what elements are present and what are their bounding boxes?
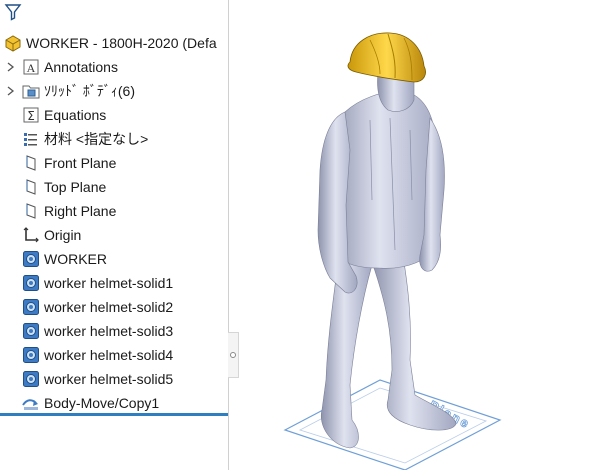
solid-bodies-folder-icon [22, 82, 40, 100]
tree-item[interactable]: Top Plane [0, 176, 106, 198]
tree-item[interactable]: ｿﾘｯﾄﾞ ﾎﾞﾃﾞｨ(6) [0, 80, 135, 102]
tree-item-label: Right Plane [44, 203, 117, 219]
tree-item-label: worker helmet-solid3 [44, 323, 174, 339]
graphics-viewport[interactable]: Plane [240, 0, 590, 471]
move-copy-icon [22, 394, 40, 412]
tree-item[interactable]: Σ Equations [0, 104, 106, 126]
tree-item[interactable]: worker helmet-solid3 [0, 320, 173, 342]
expand-arrow-icon[interactable] [0, 56, 22, 78]
tree-item[interactable]: Body-Move/Copy1 [0, 392, 159, 414]
tree-item-label: Annotations [44, 59, 118, 75]
tree-item-label: worker helmet-solid1 [44, 275, 174, 291]
tree-item[interactable]: A Annotations [0, 56, 118, 78]
tree-item[interactable]: 材料 <指定なし> [0, 128, 148, 150]
tree-item[interactable]: Right Plane [0, 200, 116, 222]
feature-manager-tree: WORKER - 1800H-2020 (Defa A Annotations ｿﾘ… [0, 0, 229, 470]
svg-text:A: A [27, 61, 36, 75]
tree-item-label: Equations [44, 107, 107, 123]
tree-item-label: 材料 <指定なし> [44, 131, 149, 147]
tree-item[interactable]: worker helmet-solid4 [0, 344, 173, 366]
tree-item-label: worker helmet-solid4 [44, 347, 174, 363]
imported-body-icon [22, 250, 40, 268]
rollback-bar[interactable] [0, 413, 228, 416]
imported-body-icon [22, 346, 40, 364]
annotations-icon: A [22, 58, 40, 76]
tree-item[interactable]: worker helmet-solid2 [0, 296, 173, 318]
plane-icon [22, 202, 40, 220]
tree-item-label: ｿﾘｯﾄﾞ ﾎﾞﾃﾞｨ(6) [44, 83, 135, 99]
tree-item-label: Front Plane [44, 155, 117, 171]
origin-icon [22, 226, 40, 244]
imported-body-icon [22, 298, 40, 316]
tree-item-label: worker helmet-solid5 [44, 371, 174, 387]
material-icon [22, 130, 40, 148]
svg-text:Σ: Σ [27, 109, 35, 123]
helmet-model[interactable] [347, 32, 426, 83]
expand-arrow-icon[interactable] [0, 80, 22, 102]
part-root[interactable]: WORKER - 1800H-2020 (Defa [0, 32, 217, 54]
tree-item[interactable]: WORKER [0, 248, 107, 270]
filter-icon[interactable] [4, 3, 22, 21]
tree-item[interactable]: worker helmet-solid1 [0, 272, 173, 294]
tree-item[interactable]: worker helmet-solid5 [0, 368, 173, 390]
tree-item-label: Top Plane [44, 179, 107, 195]
tree-item-label: WORKER [44, 251, 107, 267]
tree-item-label: Origin [44, 227, 82, 243]
part-icon [4, 34, 22, 52]
tree-item-label: worker helmet-solid2 [44, 299, 174, 315]
tree-item-label: Body-Move/Copy1 [44, 395, 160, 411]
plane-icon [22, 154, 40, 172]
pane-splitter[interactable] [228, 332, 239, 378]
equations-icon: Σ [22, 106, 40, 124]
imported-body-icon [22, 322, 40, 340]
imported-body-icon [22, 370, 40, 388]
imported-body-icon [22, 274, 40, 292]
tree-item[interactable]: Origin [0, 224, 81, 246]
plane-icon [22, 178, 40, 196]
part-name: WORKER - 1800H-2020 (Defa [26, 35, 217, 51]
tree-item[interactable]: Front Plane [0, 152, 116, 174]
splitter-handle-icon[interactable] [230, 352, 236, 358]
